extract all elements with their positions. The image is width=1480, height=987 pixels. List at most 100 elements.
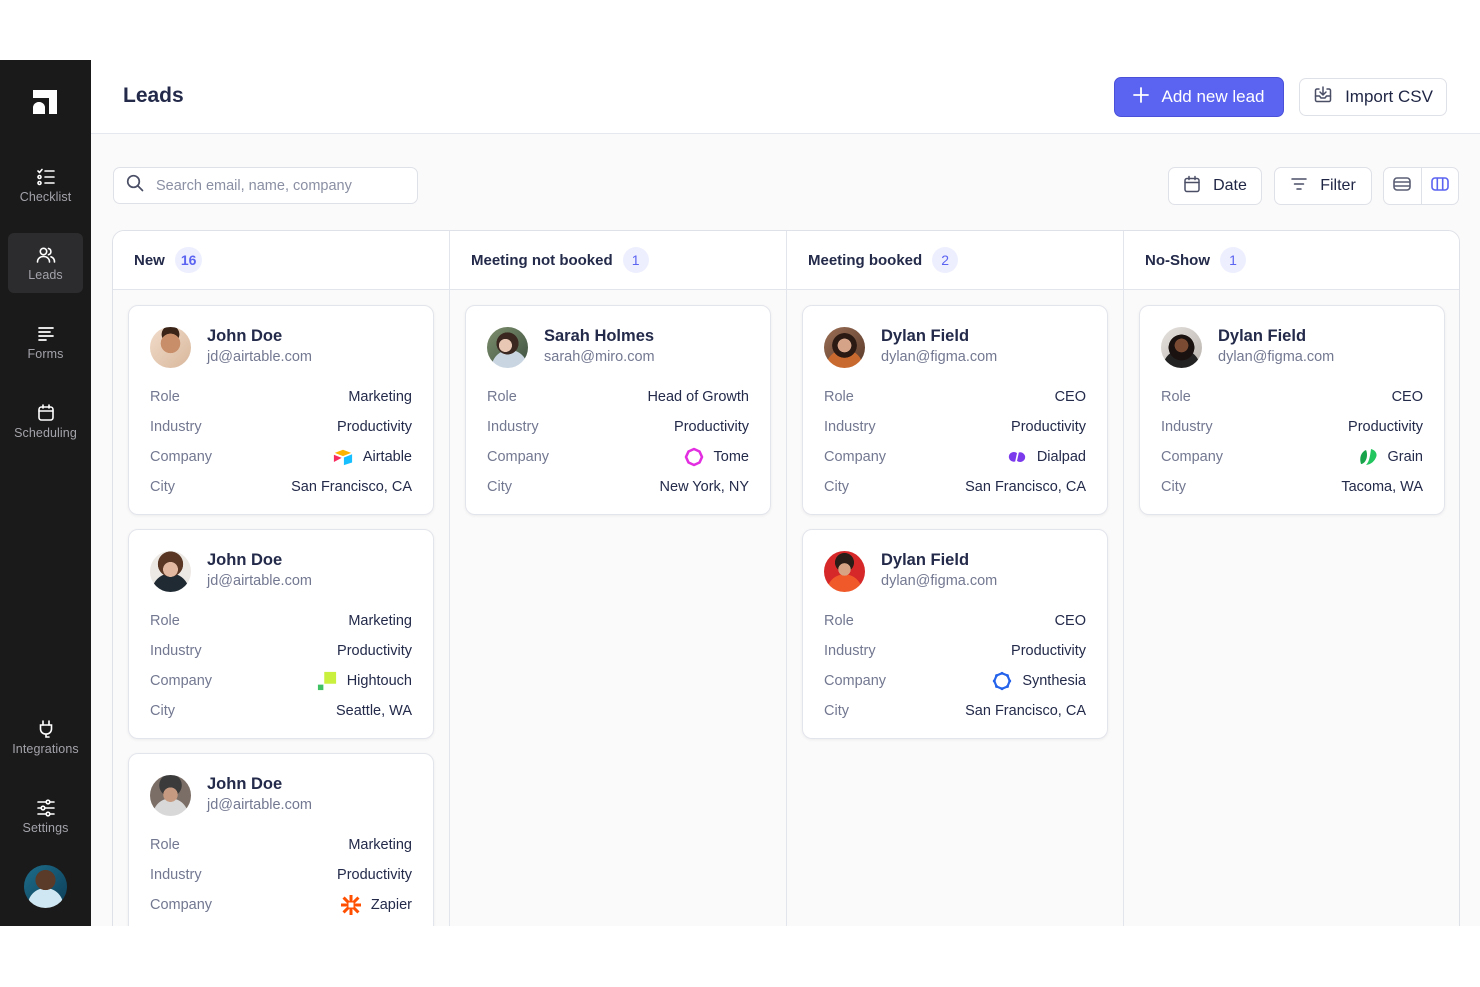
field-label: City [487,479,512,495]
view-toggle [1383,167,1459,205]
field-label: Company [150,897,213,913]
column-body: John Doe jd@airtable.com Role Marketing I… [113,290,449,926]
list-view-icon [1393,176,1412,196]
column-header: New 16 [113,231,449,290]
avatar [150,774,191,816]
field-label: City [150,703,175,719]
sidebar-item-forms[interactable]: Forms [8,312,83,372]
page-title: Leads [123,84,184,107]
lead-name: Dylan Field [1218,327,1307,345]
top-bar: Leads Add new lead Import CSV [91,60,1480,134]
avatar [150,326,191,368]
city-value: San Francisco, CA [965,479,1086,495]
avatar [1161,326,1202,368]
board-view-button[interactable] [1420,168,1459,204]
sidebar-item-leads[interactable]: Leads [8,233,83,293]
company-value: Dialpad [1036,449,1086,465]
city-value: Seattle, WA [335,703,412,719]
lead-card[interactable]: Dylan Field dylan@figma.com Role CEO Indu… [1139,305,1445,515]
avatar [487,326,528,368]
count-badge: 16 [174,247,203,273]
sidebar-item-settings[interactable]: Settings [8,786,83,846]
field-label: Industry [150,867,202,883]
lead-card[interactable]: Sarah Holmes sarah@miro.com Role Head of … [465,305,771,515]
column-title: New [134,251,165,269]
field-label: Company [824,449,887,465]
column-no-show: No-Show 1 Dylan Field dylan@figma.com Ro… [1124,231,1459,926]
search-box[interactable] [113,167,418,204]
company-value: Hightouch [346,673,412,689]
search-icon [126,174,144,197]
field-label: Company [1161,449,1224,465]
field-label: Industry [150,419,202,435]
import-csv-button[interactable]: Import CSV [1299,78,1447,116]
lead-email: jd@airtable.com [207,797,312,813]
lead-card[interactable]: Dylan Field dylan@figma.com Role CEO Indu… [802,305,1108,515]
lead-email: jd@airtable.com [207,573,312,589]
lead-name: Dylan Field [881,551,970,569]
column-title: Meeting not booked [471,251,613,269]
filter-icon [1290,175,1308,198]
field-label: Role [150,389,180,405]
import-csv-label: Import CSV [1345,87,1433,106]
filter-label: Filter [1320,177,1356,194]
tome-logo-icon [684,447,704,467]
field-label: Industry [824,643,876,659]
column-body: Sarah Holmes sarah@miro.com Role Head of … [450,290,786,926]
field-label: City [150,479,175,495]
sidebar-item-scheduling[interactable]: Scheduling [8,391,83,451]
column-title: Meeting booked [808,251,923,269]
industry-value: Productivity [1348,419,1423,435]
checklist-icon [36,167,56,187]
sidebar: Checklist Leads Forms Scheduling Integra [0,60,91,926]
industry-value: Productivity [337,643,412,659]
lead-name: John Doe [207,775,283,793]
lead-card[interactable]: John Doe jd@airtable.com Role Marketing I… [128,305,434,515]
sidebar-item-label: Settings [22,820,69,835]
company-value: Zapier [370,897,412,913]
column-body: Dylan Field dylan@figma.com Role CEO Indu… [1124,290,1459,926]
search-input[interactable] [156,177,396,194]
field-label: Industry [1161,419,1213,435]
inbox-download-icon [1313,85,1333,110]
field-label: Role [487,389,517,405]
dialpad-logo-icon [1007,447,1027,467]
lead-card[interactable]: John Doe jd@airtable.com Role Marketing I… [128,753,434,926]
field-label: Company [150,673,213,689]
date-label: Date [1213,177,1247,194]
sidebar-item-checklist[interactable]: Checklist [8,155,83,215]
lead-name: Sarah Holmes [544,327,655,345]
sidebar-item-label: Scheduling [14,425,77,440]
role-value: Marketing [348,613,412,629]
list-view-button[interactable] [1384,168,1421,204]
sliders-icon [36,798,56,818]
user-avatar[interactable] [24,865,67,908]
field-label: City [824,479,849,495]
field-label: Company [487,449,550,465]
city-value: San Francisco, CA [291,479,412,495]
add-new-lead-button[interactable]: Add new lead [1114,77,1284,117]
avatar [824,550,865,592]
sidebar-item-integrations[interactable]: Integrations [8,707,83,767]
app-logo[interactable] [31,88,59,116]
industry-value: Productivity [1011,643,1086,659]
column-header: No-Show 1 [1124,231,1459,290]
role-value: CEO [1054,613,1086,629]
calendar-icon [36,403,56,423]
count-badge: 1 [1220,247,1246,273]
lead-email: sarah@miro.com [544,349,655,365]
lead-card[interactable]: John Doe jd@airtable.com Role Marketing I… [128,529,434,739]
role-value: Head of Growth [647,389,749,405]
column-title: No-Show [1145,251,1210,269]
airtable-logo-icon [333,447,353,467]
field-label: Role [824,389,854,405]
company-value: Synthesia [1022,673,1086,689]
filter-button[interactable]: Filter [1274,167,1372,205]
company-value: Airtable [362,449,412,465]
industry-value: Productivity [337,419,412,435]
company-value: Grain [1387,449,1423,465]
sidebar-item-label: Forms [27,346,64,361]
column-new: New 16 John Doe jd@airtable.com Role Mark… [113,231,450,926]
lead-card[interactable]: Dylan Field dylan@figma.com Role CEO Indu… [802,529,1108,739]
date-button[interactable]: Date [1168,167,1262,205]
